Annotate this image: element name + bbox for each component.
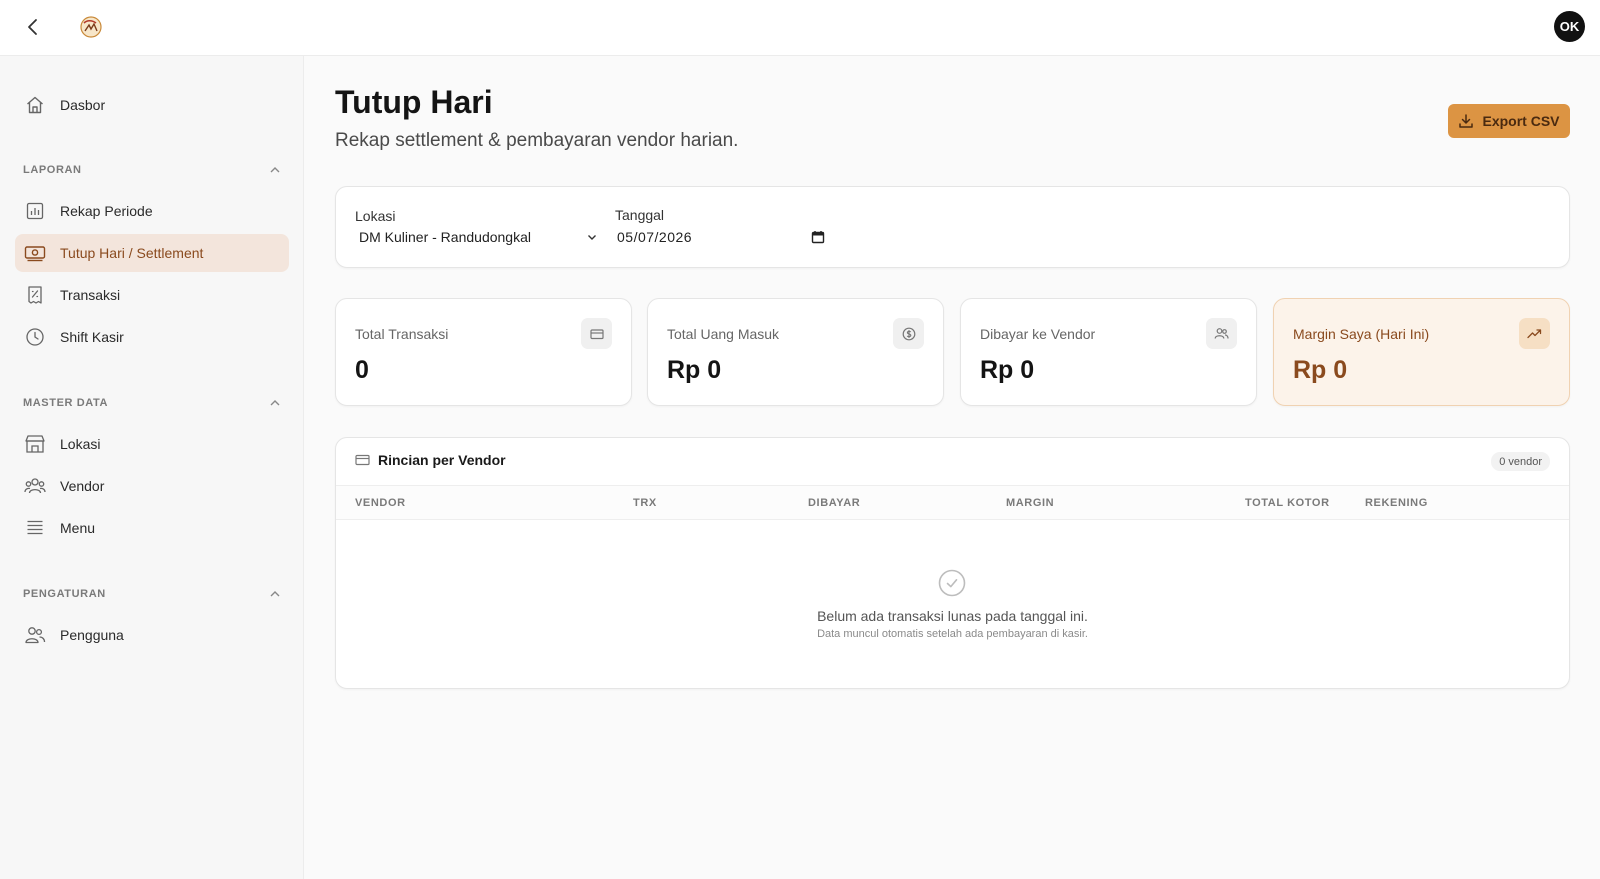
- chevron-up-icon: [270, 591, 280, 597]
- export-csv-button[interactable]: Export CSV: [1448, 104, 1570, 138]
- empty-state-title: Belum ada transaksi lunas pada tanggal i…: [817, 608, 1088, 624]
- date-input[interactable]: 05/07/2026: [615, 224, 827, 250]
- sidebar-item-menu[interactable]: Menu: [15, 509, 289, 547]
- sidebar-item-pengguna[interactable]: Pengguna: [15, 616, 289, 654]
- users-icon: [24, 624, 46, 646]
- stat-label: Dibayar ke Vendor: [980, 326, 1096, 342]
- sidebar-item-label: Pengguna: [60, 627, 124, 643]
- location-select-value: DM Kuliner - Randudongkal: [359, 229, 531, 245]
- column-header-margin[interactable]: MARGIN: [1006, 497, 1054, 509]
- sidebar-item-label: Menu: [60, 520, 96, 536]
- sidebar-item-label: Shift Kasir: [60, 329, 124, 345]
- check-circle-icon: [938, 569, 966, 597]
- users-icon: [1206, 318, 1237, 349]
- clock-icon: [24, 326, 46, 348]
- section-laporan[interactable]: LAPORAN: [23, 160, 281, 180]
- sidebar-item-label: Transaksi: [60, 287, 121, 303]
- sidebar-item-label: Tutup Hari / Settlement: [60, 245, 204, 261]
- download-icon: [1459, 114, 1474, 128]
- list-icon: [24, 517, 46, 539]
- sidebar-item-shift-kasir[interactable]: Shift Kasir: [15, 318, 289, 356]
- vendor-count-badge: 0 vendor: [1491, 452, 1550, 471]
- calendar-icon[interactable]: [811, 230, 825, 244]
- sidebar: Dasbor LAPORAN Rekap Periode Tutup Hari …: [0, 56, 304, 879]
- back-button[interactable]: [20, 14, 46, 40]
- vendor-table-title: Rincian per Vendor: [355, 452, 506, 468]
- trending-up-icon: [1519, 318, 1550, 349]
- sidebar-item-label: Vendor: [60, 478, 105, 494]
- column-header-total-kotor[interactable]: TOTAL KOTOR: [1245, 497, 1330, 509]
- bar-chart-icon: [24, 200, 46, 222]
- page-subtitle: Rekap settlement & pembayaran vendor har…: [335, 130, 739, 151]
- stat-value: Rp 0: [1293, 356, 1348, 384]
- users-group-icon: [24, 475, 46, 497]
- card-icon: [355, 454, 370, 466]
- stat-value: Rp 0: [980, 356, 1035, 384]
- section-label: MASTER DATA: [23, 397, 109, 409]
- stat-label: Total Transaksi: [355, 326, 449, 342]
- sidebar-item-transaksi[interactable]: Transaksi: [15, 276, 289, 314]
- column-header-vendor[interactable]: VENDOR: [355, 497, 406, 509]
- sidebar-item-dasbor[interactable]: Dasbor: [15, 86, 289, 124]
- stat-label: Margin Saya (Hari Ini): [1293, 326, 1430, 342]
- stat-card-margin-saya: Margin Saya (Hari Ini) Rp 0: [1273, 298, 1570, 406]
- sidebar-item-label: Dasbor: [60, 97, 106, 113]
- sidebar-item-tutup-hari[interactable]: Tutup Hari / Settlement: [15, 234, 289, 272]
- export-csv-label: Export CSV: [1482, 113, 1560, 129]
- app-logo[interactable]: [78, 14, 104, 40]
- section-pengaturan[interactable]: PENGATURAN: [23, 584, 281, 604]
- sidebar-item-rekap-periode[interactable]: Rekap Periode: [15, 192, 289, 230]
- chevron-left-icon: [28, 19, 37, 35]
- page-title: Tutup Hari: [335, 84, 493, 120]
- stat-card-dibayar-ke-vendor: Dibayar ke Vendor Rp 0: [960, 298, 1257, 406]
- filter-card: Lokasi DM Kuliner - Randudongkal Tanggal…: [335, 186, 1570, 268]
- stat-value: Rp 0: [667, 356, 722, 384]
- empty-state-subtitle: Data muncul otomatis setelah ada pembaya…: [817, 628, 1088, 640]
- top-bar: OK: [0, 0, 1600, 56]
- location-select[interactable]: DM Kuliner - Randudongkal: [355, 224, 601, 250]
- vendor-table-card: Rincian per Vendor 0 vendor VENDOR TRX D…: [335, 437, 1570, 689]
- location-label: Lokasi: [355, 208, 396, 224]
- store-icon: [24, 433, 46, 455]
- date-input-value: 05/07/2026: [617, 229, 693, 245]
- cash-icon: [24, 242, 46, 264]
- chevron-up-icon: [270, 167, 280, 173]
- sidebar-item-label: Lokasi: [60, 436, 101, 452]
- column-header-dibayar[interactable]: DIBAYAR: [808, 497, 860, 509]
- sidebar-item-label: Rekap Periode: [60, 203, 153, 219]
- chevron-up-icon: [270, 400, 280, 406]
- date-label: Tanggal: [615, 207, 665, 223]
- sidebar-item-vendor[interactable]: Vendor: [15, 467, 289, 505]
- section-master-data[interactable]: MASTER DATA: [23, 393, 281, 413]
- vendor-table-title-text: Rincian per Vendor: [378, 452, 506, 468]
- user-avatar[interactable]: OK: [1554, 11, 1585, 42]
- column-header-trx[interactable]: TRX: [633, 497, 657, 509]
- card-icon: [581, 318, 612, 349]
- section-label: LAPORAN: [23, 164, 82, 176]
- stat-card-total-uang-masuk: Total Uang Masuk Rp 0: [647, 298, 944, 406]
- home-icon: [24, 94, 46, 116]
- receipt-icon: [24, 284, 46, 306]
- stat-card-total-transaksi: Total Transaksi 0: [335, 298, 632, 406]
- stat-value: 0: [355, 356, 369, 384]
- table-header: VENDOR TRX DIBAYAR MARGIN TOTAL KOTOR RE…: [336, 485, 1569, 520]
- dollar-circle-icon: [893, 318, 924, 349]
- stat-label: Total Uang Masuk: [667, 326, 780, 342]
- column-header-rekening[interactable]: REKENING: [1365, 497, 1428, 509]
- chevron-down-icon: [588, 235, 596, 240]
- section-label: PENGATURAN: [23, 588, 106, 600]
- sidebar-item-lokasi[interactable]: Lokasi: [15, 425, 289, 463]
